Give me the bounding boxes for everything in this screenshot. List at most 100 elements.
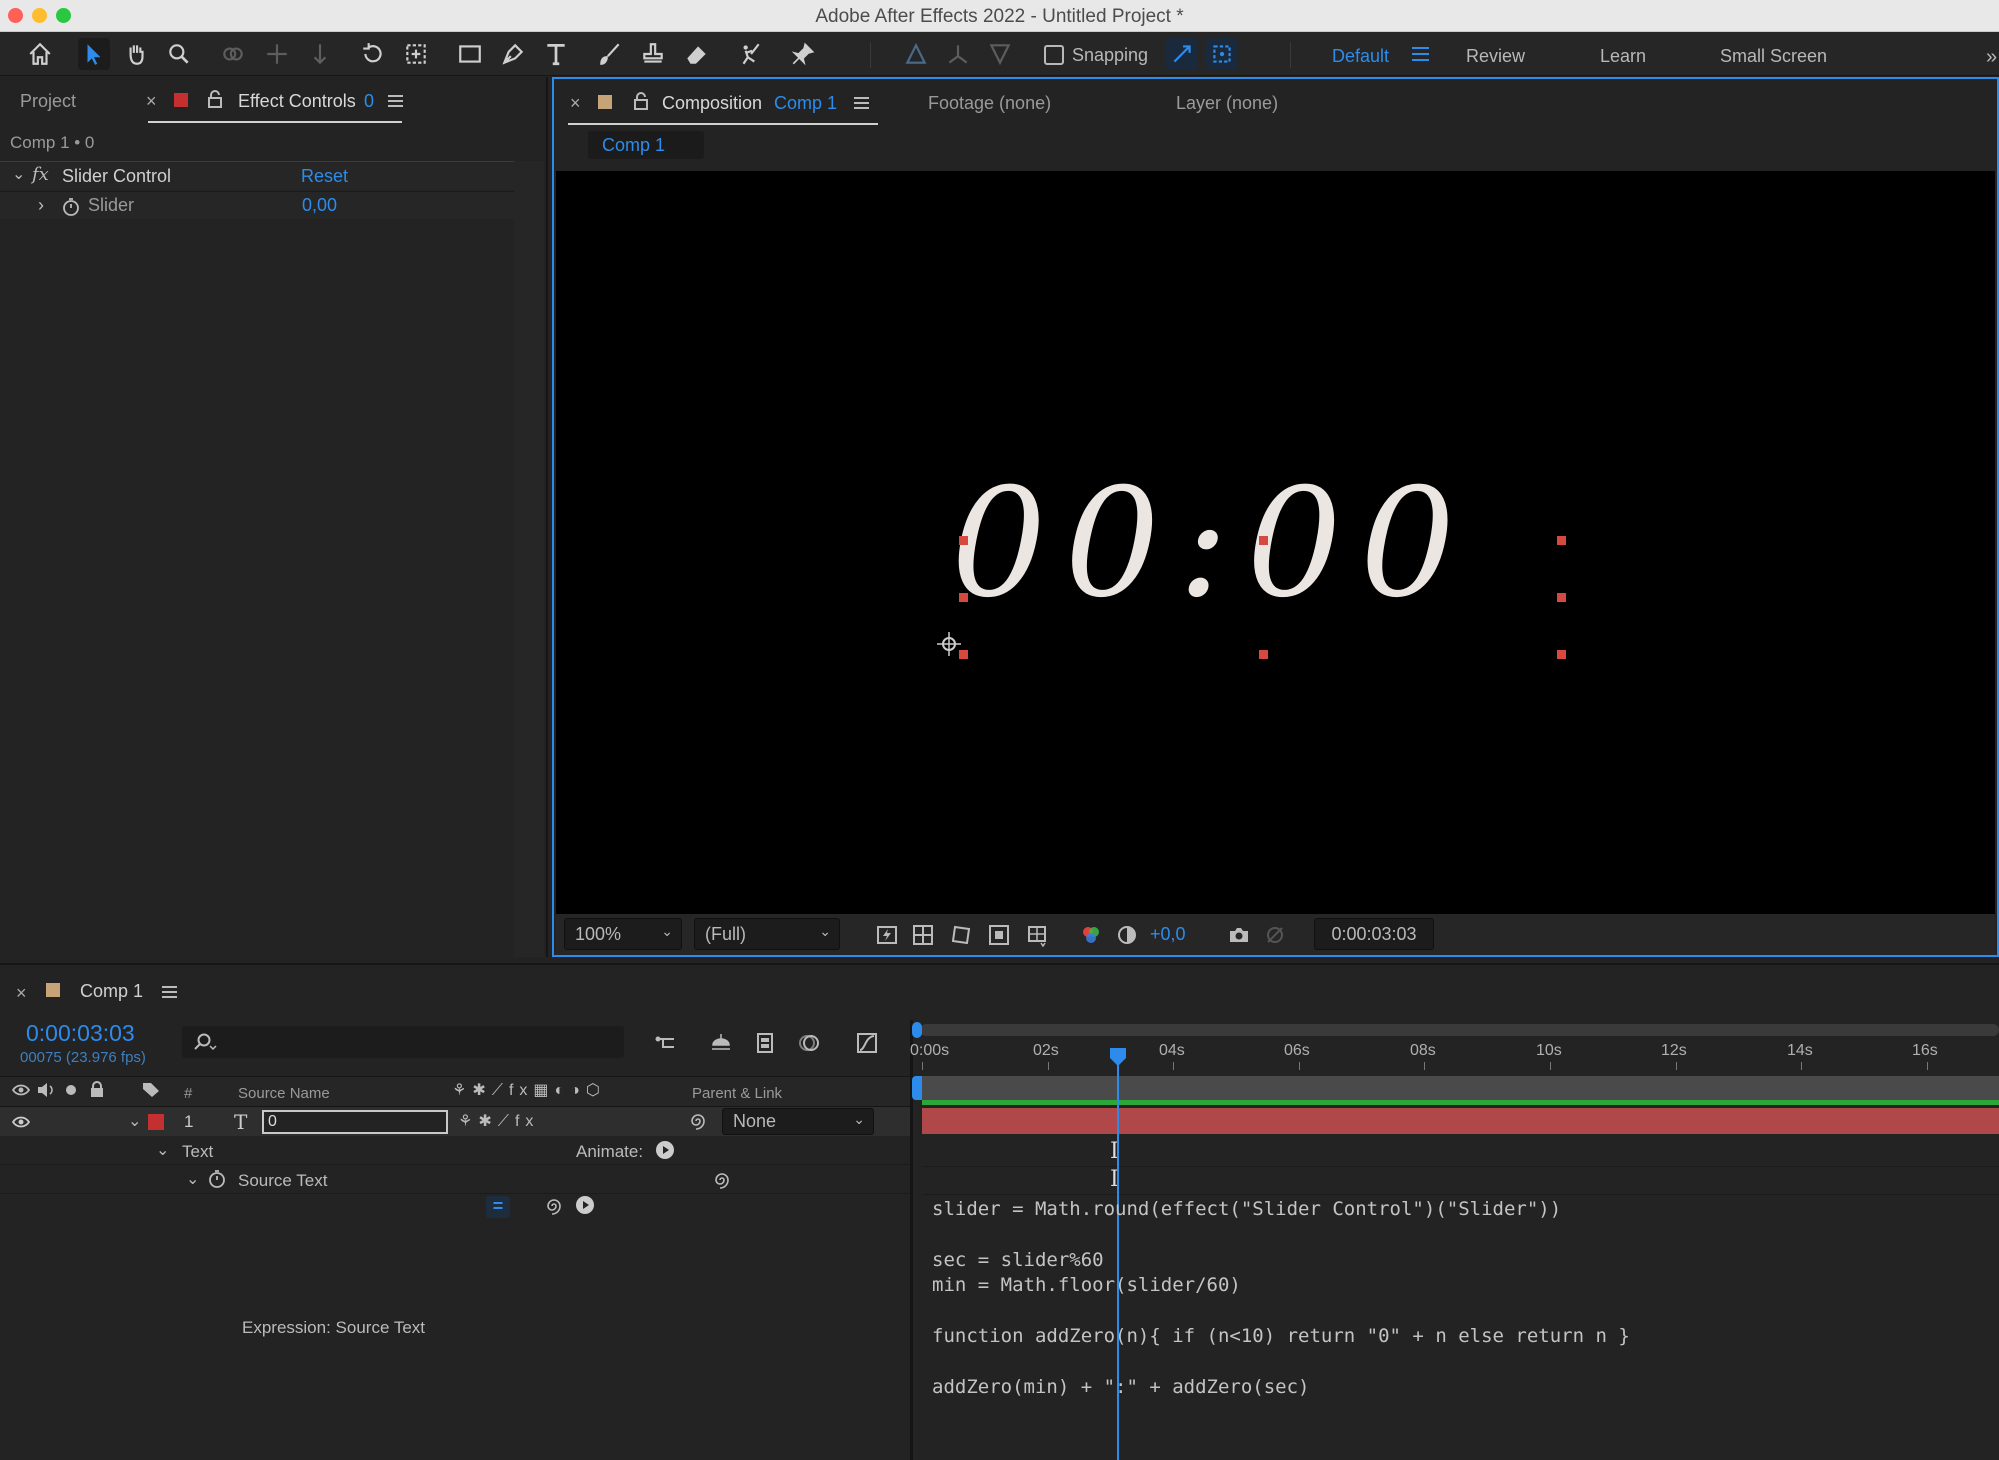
workspace-default[interactable]: Default <box>1332 46 1389 67</box>
time-ruler[interactable] <box>920 1038 1999 1072</box>
current-time-field[interactable]: 0:00:03:03 <box>1314 918 1434 950</box>
graph-editor-icon[interactable] <box>852 1028 882 1058</box>
expression-line[interactable]: min = Math.floor(slider/60) <box>932 1274 1241 1296</box>
tab-effect-controls[interactable]: Effect Controls <box>238 91 356 112</box>
snapping-checkbox[interactable] <box>1044 45 1064 65</box>
playhead-line[interactable] <box>1117 1048 1119 1460</box>
pen-tool-icon[interactable] <box>497 38 529 70</box>
layer-switches[interactable]: ⚘✱⟋fx <box>458 1111 539 1131</box>
col-source-name[interactable]: Source Name <box>238 1085 330 1102</box>
fx-icon[interactable]: fx <box>32 164 49 185</box>
exposure-value[interactable]: +0,0 <box>1150 924 1186 945</box>
bbox-handle[interactable] <box>1259 536 1268 545</box>
tab-layer[interactable]: Layer (none) <box>1176 93 1278 114</box>
mask-visibility-icon[interactable] <box>948 922 974 948</box>
timeline-tab[interactable]: Comp 1 <box>80 981 143 1002</box>
panel-scrollbar[interactable] <box>514 161 544 957</box>
bbox-handle[interactable] <box>1259 650 1268 659</box>
eraser-icon[interactable] <box>681 38 713 70</box>
expression-line[interactable]: addZero(min) + ":" + addZero(sec) <box>932 1376 1310 1398</box>
property-row-text[interactable]: ⌄ Text Animate: <box>0 1137 910 1165</box>
col-parent-link[interactable]: Parent & Link <box>692 1085 782 1102</box>
tab-composition[interactable]: Composition <box>662 93 762 114</box>
anchor-point-icon[interactable] <box>936 631 962 657</box>
orbit-camera-icon[interactable] <box>217 38 249 70</box>
timeline-search-input[interactable] <box>182 1026 624 1058</box>
expression-line[interactable]: slider = Math.round(effect("Slider Contr… <box>932 1198 1561 1220</box>
local-axis-icon[interactable] <box>900 38 932 70</box>
expression-enable-toggle[interactable]: = <box>486 1196 510 1218</box>
stopwatch-icon[interactable] <box>208 1170 226 1188</box>
bbox-handle[interactable] <box>1557 650 1566 659</box>
video-visibility-icon[interactable] <box>11 1083 31 1097</box>
panel-menu-icon[interactable] <box>854 97 869 109</box>
chevron-down-icon[interactable]: ⌄ <box>156 1140 169 1160</box>
comp-breadcrumb-chip[interactable]: Comp 1 <box>588 131 704 159</box>
chevron-down-icon[interactable]: ⌄ <box>12 164 25 184</box>
rectangle-tool-icon[interactable] <box>454 38 486 70</box>
chevron-right-icon[interactable]: › <box>38 195 44 216</box>
layer-name-field[interactable]: 0 <box>262 1110 448 1134</box>
workspace-menu-icon[interactable] <box>1412 47 1429 61</box>
stopwatch-icon[interactable] <box>62 198 80 216</box>
pick-whip-icon[interactable] <box>688 1111 708 1131</box>
reset-exposure-icon[interactable] <box>1114 922 1140 948</box>
fast-previews-icon[interactable] <box>874 922 900 948</box>
dolly-camera-icon[interactable] <box>304 38 336 70</box>
work-area-bar[interactable] <box>922 1076 1999 1100</box>
time-navigator[interactable] <box>920 1024 1999 1036</box>
playhead-handle[interactable] <box>1108 1046 1128 1068</box>
panel-menu-icon[interactable] <box>388 95 403 107</box>
lock-icon[interactable] <box>90 1081 104 1098</box>
selection-tool-icon[interactable] <box>78 38 110 70</box>
chevron-down-icon[interactable]: ⌄ <box>186 1169 199 1189</box>
comp-text-layer[interactable]: 00:00 <box>951 469 1551 619</box>
pan-camera-icon[interactable] <box>261 38 293 70</box>
transparency-grid-icon[interactable] <box>910 922 936 948</box>
shy-layers-icon[interactable] <box>706 1028 736 1058</box>
workspace-learn[interactable]: Learn <box>1600 46 1646 67</box>
param-value[interactable]: 0,00 <box>302 195 337 216</box>
zoom-dropdown[interactable]: 100% ⌄ <box>564 918 682 950</box>
type-tool-icon[interactable] <box>540 38 572 70</box>
puppet-pin-icon[interactable] <box>787 38 819 70</box>
zoom-tool-icon[interactable] <box>163 38 195 70</box>
resolution-dropdown[interactable]: (Full) ⌄ <box>694 918 840 950</box>
show-snapshot-icon[interactable] <box>1262 922 1288 948</box>
bbox-handle[interactable] <box>959 536 968 545</box>
workspace-overflow-icon[interactable]: » <box>1986 46 1997 69</box>
frame-blending-icon[interactable] <box>750 1028 780 1058</box>
chevron-down-icon[interactable]: ⌄ <box>128 1111 141 1131</box>
video-visibility-icon[interactable] <box>11 1115 31 1129</box>
time-navigator-start-handle[interactable] <box>912 1022 922 1038</box>
expression-line[interactable]: function addZero(n){ if (n<10) return "0… <box>932 1325 1630 1347</box>
close-tab-icon[interactable]: × <box>146 91 157 112</box>
rotation-tool-icon[interactable] <box>357 38 389 70</box>
tab-footage[interactable]: Footage (none) <box>928 93 1051 114</box>
expression-line[interactable]: sec = slider%60 <box>932 1249 1104 1271</box>
view-axis-icon[interactable] <box>984 38 1016 70</box>
layer-duration-bar[interactable] <box>922 1108 1999 1134</box>
layer-row[interactable]: ⌄ 1 T 0 ⚘✱⟋fx None ⌄ <box>0 1106 910 1136</box>
snapshot-camera-icon[interactable] <box>1226 922 1252 948</box>
brush-tool-icon[interactable] <box>594 38 626 70</box>
close-tab-icon[interactable]: × <box>16 983 27 1004</box>
expression-language-menu-button[interactable] <box>576 1196 594 1214</box>
lock-icon[interactable] <box>208 90 222 108</box>
panel-menu-icon[interactable] <box>162 986 177 998</box>
show-channel-icon[interactable] <box>1078 922 1104 948</box>
close-tab-icon[interactable]: × <box>570 93 581 114</box>
animate-menu-button[interactable] <box>656 1141 674 1159</box>
motion-blur-icon[interactable] <box>794 1028 824 1058</box>
snap-features-icon[interactable] <box>1206 38 1238 70</box>
timeline-current-time[interactable]: 0:00:03:03 <box>26 1020 135 1047</box>
parent-dropdown[interactable]: None ⌄ <box>722 1108 874 1135</box>
property-row-source-text[interactable]: ⌄ Source Text <box>0 1166 910 1194</box>
clone-stamp-icon[interactable] <box>637 38 669 70</box>
pan-behind-icon[interactable] <box>400 38 432 70</box>
workspace-review[interactable]: Review <box>1466 46 1525 67</box>
comp-flowchart-icon[interactable] <box>650 1028 680 1058</box>
effect-row-slider-control[interactable]: ⌄ fx Slider Control Reset <box>0 162 514 190</box>
roto-brush-icon[interactable] <box>734 38 766 70</box>
snap-edges-icon[interactable] <box>1166 38 1198 70</box>
